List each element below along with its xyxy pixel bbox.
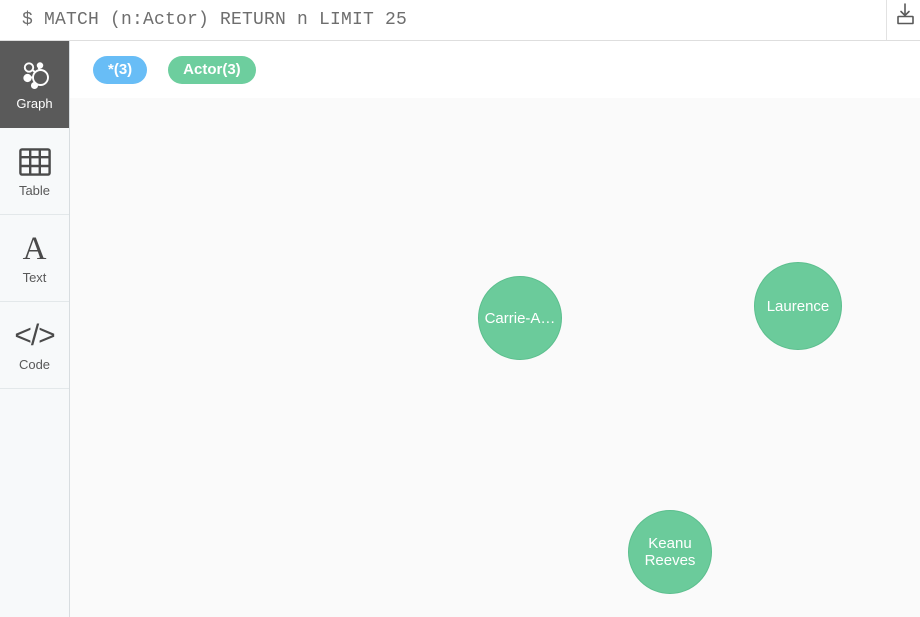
- download-icon[interactable]: [890, 3, 916, 29]
- graph-icon: [18, 56, 52, 94]
- table-icon: [18, 143, 51, 181]
- text-icon: A: [22, 230, 47, 267]
- sidebar-item-label: Graph: [16, 96, 53, 111]
- graph-node[interactable]: Carrie-A…: [478, 276, 562, 360]
- sidebar-item-table[interactable]: Table: [0, 128, 69, 215]
- sidebar-item-code[interactable]: </> Code: [0, 302, 69, 389]
- view-mode-sidebar: Graph Table A Text </> Code: [0, 41, 70, 617]
- graph-node-caption: Carrie-A…: [484, 309, 556, 327]
- query-bar: $ MATCH (n:Actor) RETURN n LIMIT 25: [0, 0, 920, 41]
- neo4j-browser-result-frame: $ MATCH (n:Actor) RETURN n LIMIT 25 Grap…: [0, 0, 920, 617]
- sidebar-item-text[interactable]: A Text: [0, 215, 69, 302]
- legend-pill-actor[interactable]: Actor(3): [168, 55, 256, 84]
- graph-canvas[interactable]: Carrie-A… Laurence Keanu Reeves: [70, 98, 920, 617]
- query-actions: [886, 0, 920, 40]
- graph-node-caption: Keanu Reeves: [644, 535, 696, 569]
- graph-node[interactable]: Keanu Reeves: [628, 510, 712, 594]
- sidebar-filler: [0, 389, 69, 617]
- results-pane: *(3) Actor(3) Carrie-A… Laurence Keanu Reev…: [70, 41, 920, 617]
- legend-row: *(3) Actor(3): [70, 41, 920, 98]
- sidebar-item-label: Code: [18, 357, 51, 372]
- legend-pill-all[interactable]: *(3): [93, 55, 148, 84]
- query-text[interactable]: $ MATCH (n:Actor) RETURN n LIMIT 25: [22, 0, 407, 40]
- sidebar-item-graph[interactable]: Graph: [0, 41, 69, 128]
- sidebar-item-label: Table: [18, 183, 51, 198]
- graph-node[interactable]: Laurence: [754, 262, 842, 350]
- code-icon: </>: [14, 319, 55, 352]
- sidebar-item-label: Text: [22, 270, 47, 285]
- graph-node-caption: Laurence: [766, 297, 830, 315]
